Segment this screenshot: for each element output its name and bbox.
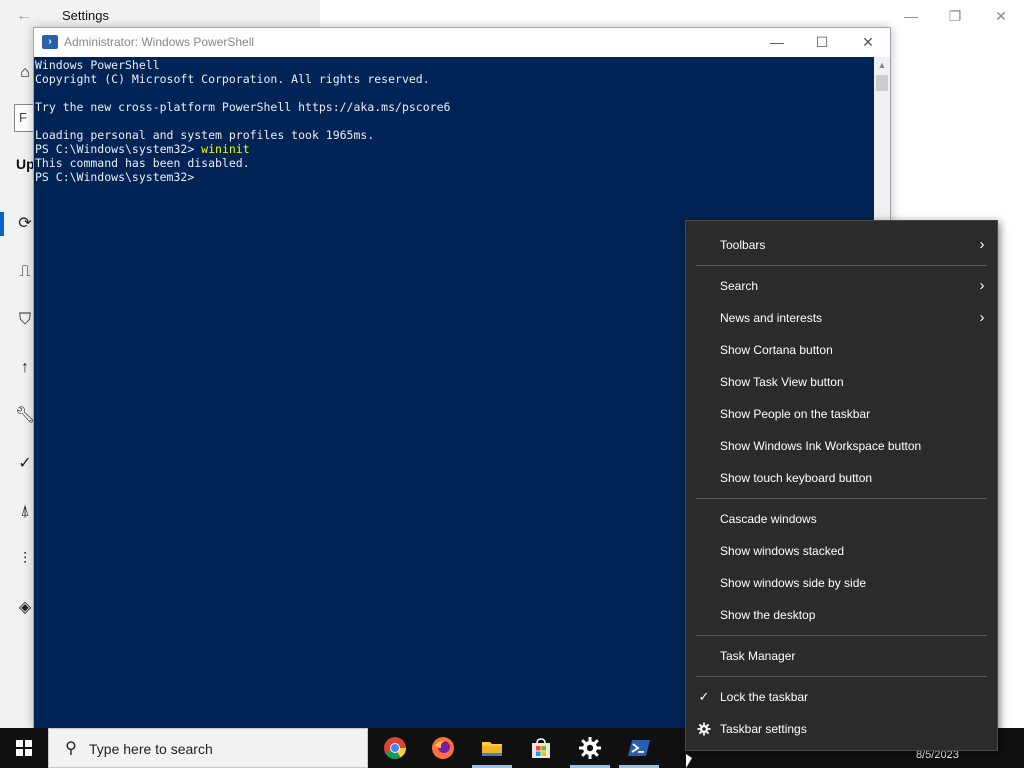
taskbar-context-menu: Toolbars › Search › News and interests ›…: [685, 220, 998, 751]
taskbar-file-explorer[interactable]: [468, 728, 516, 768]
chevron-right-icon: ›: [979, 277, 985, 294]
menu-item-label: Show windows side by side: [720, 576, 867, 590]
minimize-icon[interactable]: —: [896, 6, 926, 26]
chevron-right-icon: ›: [979, 309, 985, 326]
menu-item-label: Show Cortana button: [720, 343, 833, 357]
windows-logo-icon: [16, 740, 32, 756]
mouse-cursor: [686, 754, 692, 768]
menu-separator: [696, 498, 987, 499]
console-command: wininit: [201, 142, 250, 156]
console-line: Try the new cross-platform PowerShell ht…: [35, 100, 451, 114]
file-explorer-icon: [482, 742, 502, 756]
scroll-thumb[interactable]: [876, 75, 888, 91]
menu-item-label: Show the desktop: [720, 608, 816, 622]
console-line: Copyright (C) Microsoft Corporation. All…: [35, 72, 430, 86]
settings-section-heading: Up: [16, 156, 35, 172]
menu-item-label: News and interests: [720, 311, 823, 325]
powershell-titlebar[interactable]: › Administrator: Windows PowerShell — ☐ …: [34, 28, 890, 57]
firefox-icon: [432, 737, 454, 759]
menu-item-label: Show windows stacked: [720, 544, 845, 558]
console-line: Loading personal and system profiles too…: [35, 128, 375, 142]
menu-item-label: Show People on the taskbar: [720, 407, 871, 421]
start-button[interactable]: [0, 728, 48, 768]
menu-item-show-ink-workspace[interactable]: Show Windows Ink Workspace button: [686, 431, 997, 461]
menu-item-label: Task Manager: [720, 649, 796, 663]
menu-item-show-windows-side-by-side[interactable]: Show windows side by side: [686, 568, 997, 598]
maximize-icon[interactable]: ☐: [802, 31, 842, 53]
settings-gear-icon: [579, 737, 601, 759]
menu-item-news-and-interests[interactable]: News and interests ›: [686, 303, 997, 333]
menu-item-label: Show Windows Ink Workspace button: [720, 439, 922, 453]
menu-item-taskbar-settings[interactable]: Taskbar settings: [686, 714, 997, 744]
menu-item-task-manager[interactable]: Task Manager: [686, 641, 997, 671]
settings-title: Settings: [62, 8, 109, 23]
menu-item-show-task-view-button[interactable]: Show Task View button: [686, 367, 997, 397]
menu-item-show-people[interactable]: Show People on the taskbar: [686, 399, 997, 429]
console-line: This command has been disabled.: [35, 156, 250, 170]
taskbar-powershell[interactable]: [615, 728, 663, 768]
taskbar-chrome[interactable]: [371, 728, 419, 768]
console-line: PS C:\Windows\system32> wininit: [35, 142, 250, 156]
powershell-icon: [628, 740, 650, 756]
powershell-title: Administrator: Windows PowerShell: [64, 35, 255, 49]
taskbar-firefox[interactable]: [419, 728, 467, 768]
search-icon: ⚲: [65, 740, 77, 757]
console-prompt: PS C:\Windows\system32>: [35, 142, 202, 156]
menu-item-label: Taskbar settings: [720, 722, 807, 736]
taskbar-search-box[interactable]: ⚲ Type here to search: [48, 728, 368, 768]
menu-item-toolbars[interactable]: Toolbars ›: [686, 230, 997, 260]
menu-item-show-windows-stacked[interactable]: Show windows stacked: [686, 536, 997, 566]
checkmark-icon: ✓: [698, 689, 710, 704]
minimize-icon[interactable]: —: [757, 31, 797, 53]
menu-item-label: Toolbars: [720, 238, 766, 252]
menu-item-search[interactable]: Search ›: [686, 271, 997, 301]
powershell-icon: ›: [42, 35, 58, 49]
gear-icon: [697, 722, 711, 736]
menu-item-label: Cascade windows: [720, 512, 817, 526]
close-icon[interactable]: ✕: [986, 6, 1016, 26]
taskbar-settings[interactable]: [566, 728, 614, 768]
search-placeholder: Type here to search: [89, 741, 213, 757]
scroll-up-icon[interactable]: ▲: [874, 57, 890, 73]
menu-separator: [696, 635, 987, 636]
console-line: Windows PowerShell: [35, 58, 160, 72]
menu-item-show-touch-keyboard[interactable]: Show touch keyboard button: [686, 463, 997, 493]
menu-item-lock-taskbar[interactable]: ✓ Lock the taskbar: [686, 682, 997, 712]
microsoft-store-icon: [532, 738, 550, 758]
restore-icon[interactable]: ❐: [940, 6, 970, 26]
chevron-right-icon: ›: [979, 236, 985, 253]
close-icon[interactable]: ✕: [848, 31, 888, 53]
menu-item-show-cortana-button[interactable]: Show Cortana button: [686, 335, 997, 365]
menu-item-label: Show Task View button: [720, 375, 844, 389]
menu-item-label: Lock the taskbar: [720, 690, 809, 704]
chrome-icon: [384, 737, 406, 759]
menu-item-cascade-windows[interactable]: Cascade windows: [686, 504, 997, 534]
active-nav-indicator: [0, 212, 4, 236]
menu-item-label: Show touch keyboard button: [720, 471, 873, 485]
menu-item-show-desktop[interactable]: Show the desktop: [686, 600, 997, 630]
menu-separator: [696, 265, 987, 266]
menu-item-label: Search: [720, 279, 759, 293]
menu-separator: [696, 676, 987, 677]
taskbar-microsoft-store[interactable]: [517, 728, 565, 768]
console-line: PS C:\Windows\system32>: [35, 170, 195, 184]
back-arrow-icon[interactable]: ←: [12, 6, 36, 26]
